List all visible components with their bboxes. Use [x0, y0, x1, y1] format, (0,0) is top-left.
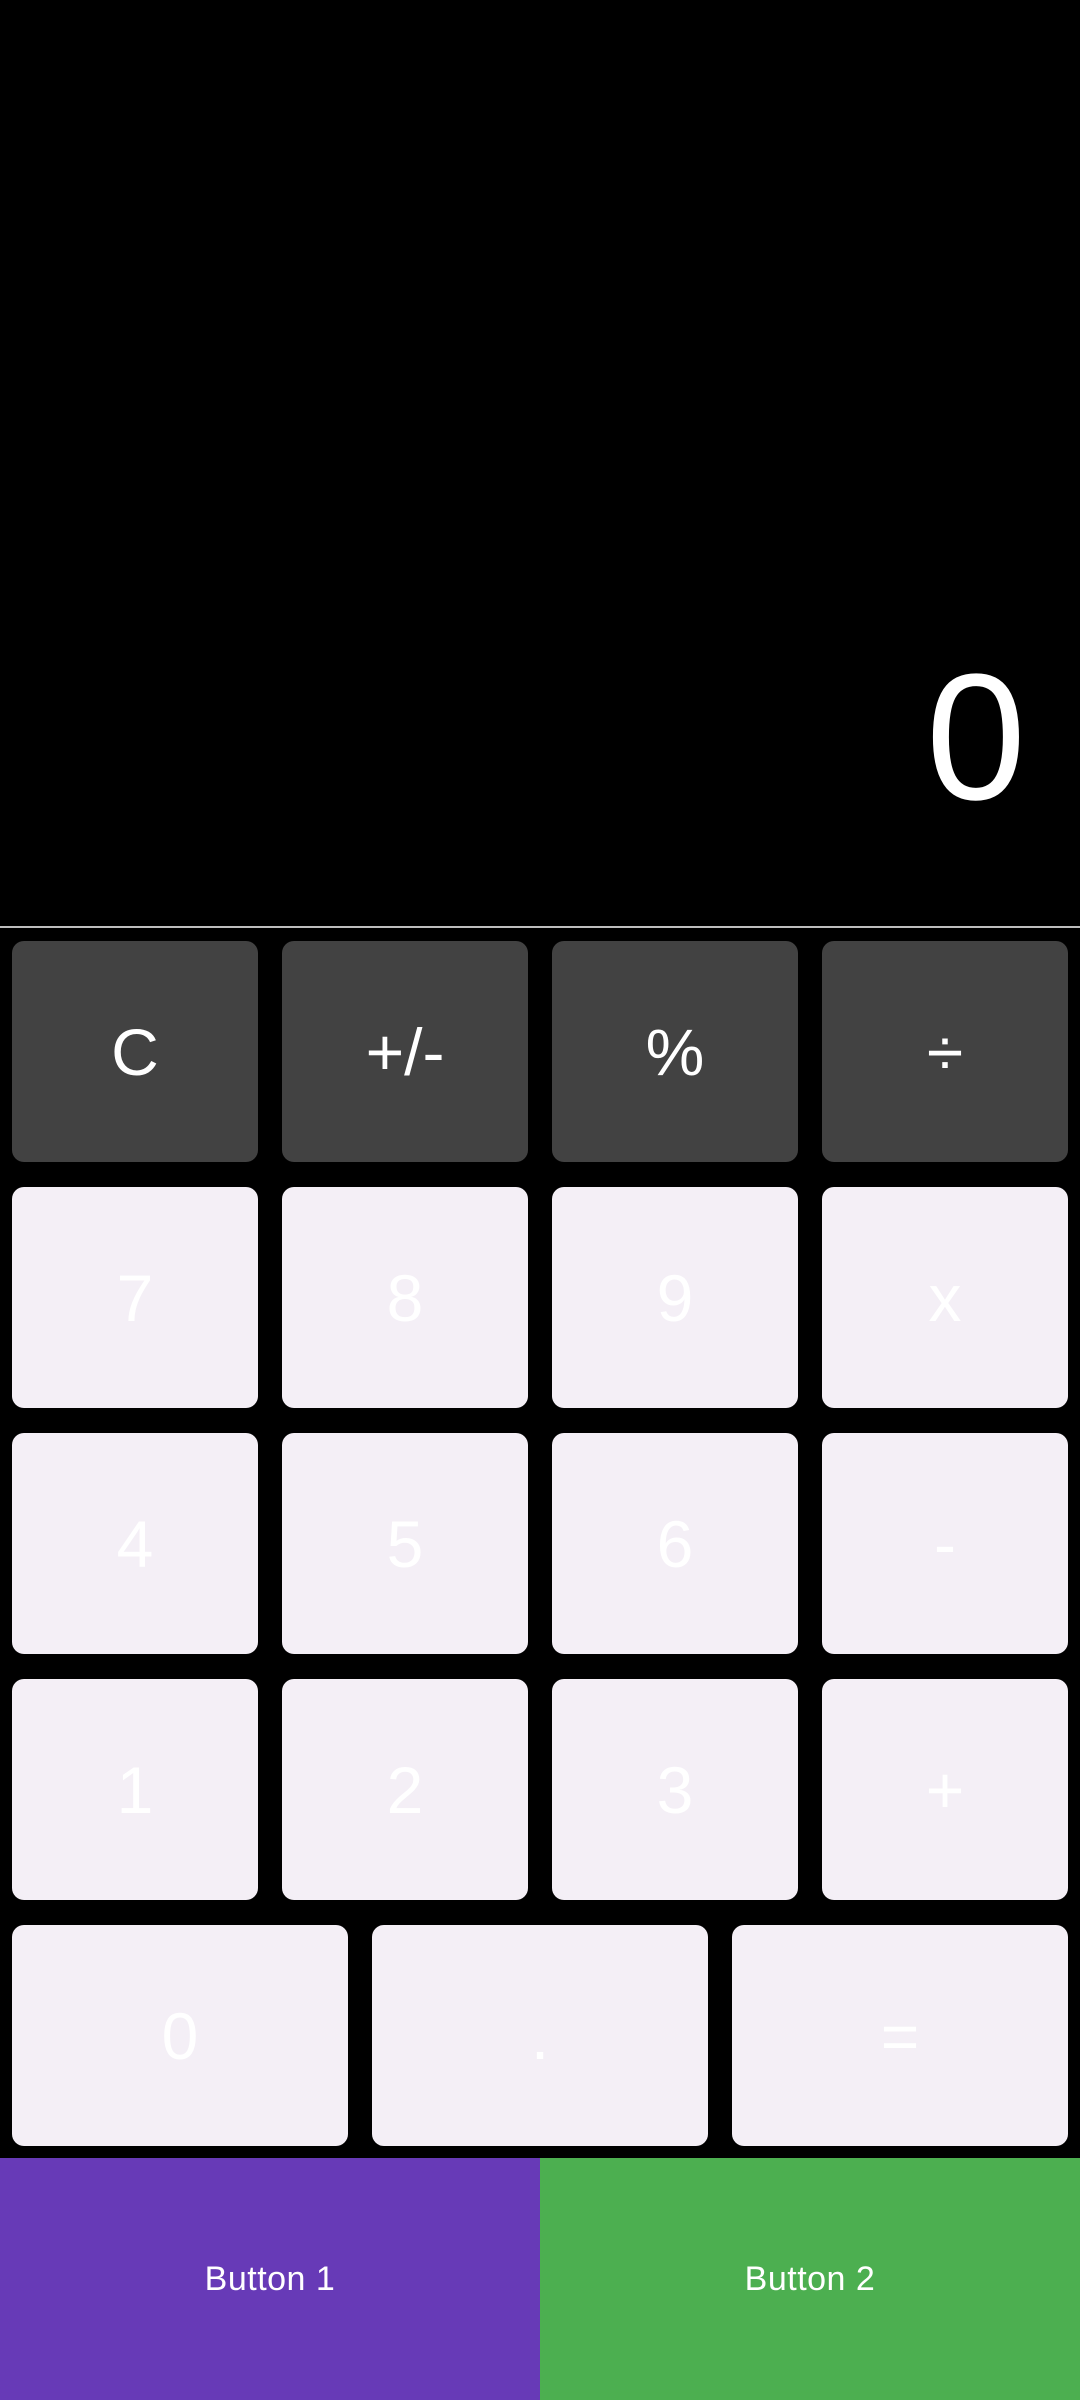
digit-0-button[interactable]: 0 — [12, 1925, 348, 2146]
button-2[interactable]: Button 2 — [540, 2158, 1080, 2400]
display-value: 0 — [925, 637, 1026, 838]
digit-1-button[interactable]: 1 — [12, 1679, 258, 1900]
digit-9-button[interactable]: 9 — [552, 1187, 798, 1408]
digit-6-button[interactable]: 6 — [552, 1433, 798, 1654]
percent-button[interactable]: % — [552, 941, 798, 1162]
digit-4-button[interactable]: 4 — [12, 1433, 258, 1654]
bottom-button-bar: Button 1 Button 2 — [0, 2158, 1080, 2400]
digit-5-button[interactable]: 5 — [282, 1433, 528, 1654]
toggle-sign-button[interactable]: +/- — [282, 941, 528, 1162]
digit-8-button[interactable]: 8 — [282, 1187, 528, 1408]
button-1[interactable]: Button 1 — [0, 2158, 540, 2400]
calculator-display: 0 — [0, 0, 1080, 926]
multiply-button[interactable]: x — [822, 1187, 1068, 1408]
subtract-button[interactable]: - — [822, 1433, 1068, 1654]
add-button[interactable]: + — [822, 1679, 1068, 1900]
display-divider — [0, 926, 1080, 928]
clear-button[interactable]: C — [12, 941, 258, 1162]
equals-button[interactable]: = — [732, 1925, 1068, 2146]
decimal-button[interactable]: . — [372, 1925, 708, 2146]
digit-2-button[interactable]: 2 — [282, 1679, 528, 1900]
digit-3-button[interactable]: 3 — [552, 1679, 798, 1900]
calculator-app: 0 C +/- % ÷ 7 8 9 x 4 5 6 - 1 2 3 + 0 . … — [0, 0, 1080, 2400]
digit-7-button[interactable]: 7 — [12, 1187, 258, 1408]
divide-button[interactable]: ÷ — [822, 941, 1068, 1162]
